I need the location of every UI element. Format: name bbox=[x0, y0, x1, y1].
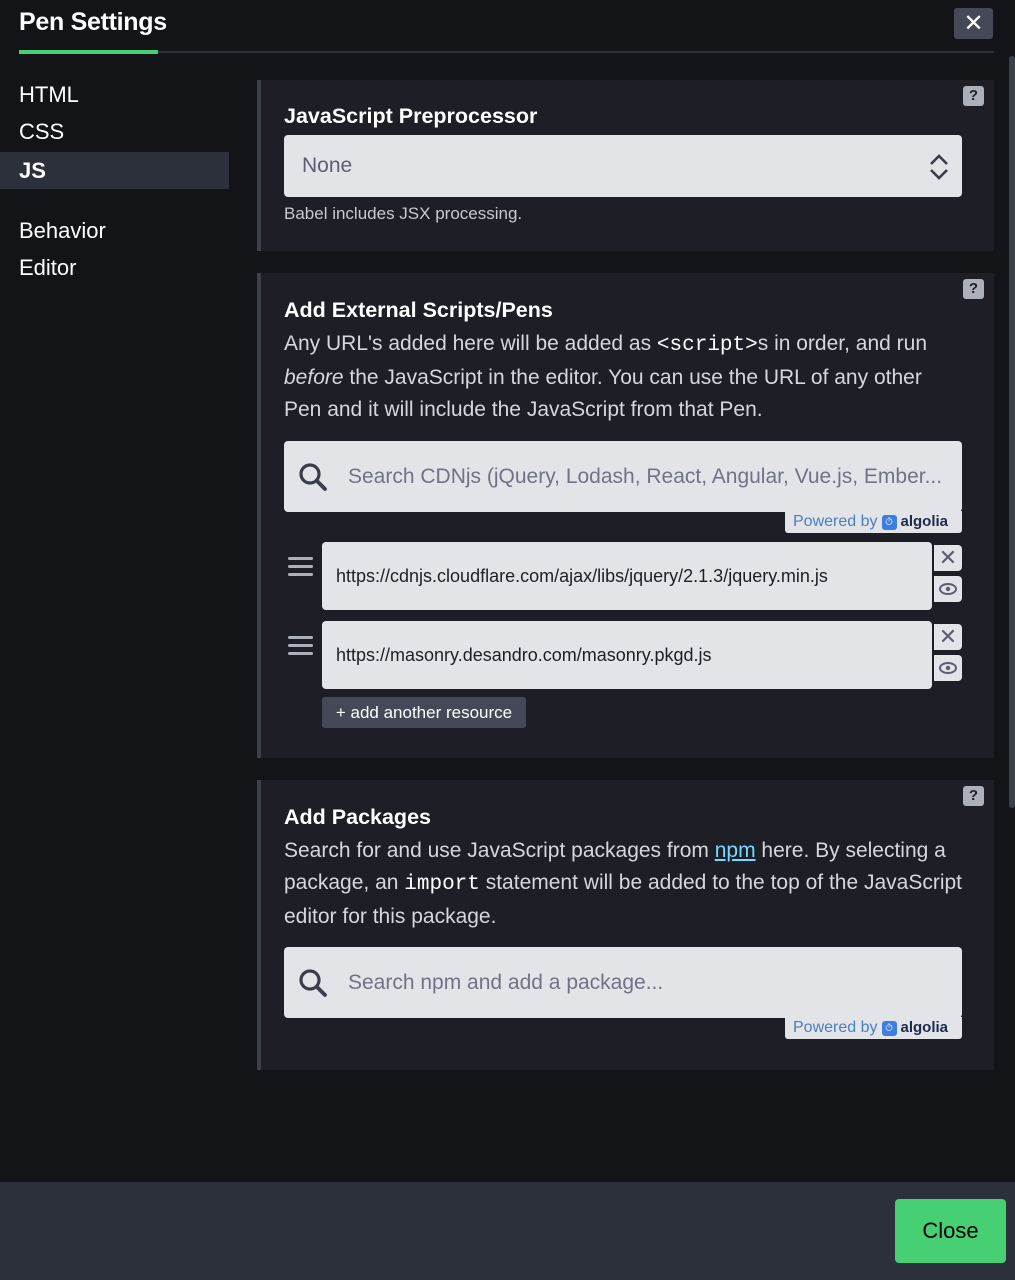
drag-handle-icon[interactable] bbox=[284, 552, 316, 582]
algolia-logo-icon: ⏱ bbox=[881, 1020, 897, 1036]
modal-header: Pen Settings ✕ bbox=[0, 0, 1015, 55]
powered-by-algolia[interactable]: Powered by ⏱ algolia bbox=[785, 511, 962, 533]
packages-description: Search for and use JavaScript packages f… bbox=[284, 839, 963, 928]
resource-url-input[interactable]: https://masonry.desandro.com/masonry.pkg… bbox=[322, 621, 932, 689]
resource-url-input[interactable]: https://cdnjs.cloudflare.com/ajax/libs/j… bbox=[322, 542, 932, 610]
algolia-logo-icon: ⏱ bbox=[881, 514, 897, 530]
npm-search-input[interactable] bbox=[348, 947, 948, 1018]
help-icon[interactable]: ? bbox=[963, 786, 984, 806]
scrollbar[interactable] bbox=[1009, 56, 1015, 808]
npm-search bbox=[284, 947, 962, 1018]
sidebar-item-editor[interactable]: Editor bbox=[0, 249, 229, 286]
cdnjs-search bbox=[284, 441, 962, 512]
powered-by-algolia[interactable]: Powered by ⏱ algolia bbox=[785, 1017, 962, 1039]
search-icon bbox=[299, 969, 327, 997]
powered-by-label: Powered by bbox=[793, 1019, 878, 1036]
drag-handle-icon[interactable] bbox=[284, 631, 316, 661]
header-divider bbox=[158, 51, 994, 53]
resource-row: https://cdnjs.cloudflare.com/ajax/libs/j… bbox=[284, 542, 964, 610]
modal-title: Pen Settings bbox=[19, 8, 167, 36]
external-description: Any URL's added here will be added as <s… bbox=[284, 332, 928, 421]
modal-footer: Close bbox=[0, 1182, 1015, 1280]
search-icon bbox=[299, 463, 327, 491]
sidebar-item-js[interactable]: JS bbox=[0, 152, 229, 189]
resource-row: https://masonry.desandro.com/masonry.pkg… bbox=[284, 621, 964, 689]
powered-by-label: Powered by bbox=[793, 513, 878, 530]
add-resource-button[interactable]: + add another resource bbox=[322, 697, 526, 728]
title-underline bbox=[19, 50, 158, 54]
remove-resource-icon[interactable]: ✕ bbox=[934, 545, 962, 571]
preprocessor-panel: ? JavaScript Preprocessor None Babel inc… bbox=[257, 80, 994, 251]
remove-resource-icon[interactable]: ✕ bbox=[934, 624, 962, 650]
preprocessor-selected-value: None bbox=[302, 154, 353, 177]
packages-heading: Add Packages bbox=[284, 805, 431, 829]
close-icon[interactable]: ✕ bbox=[954, 8, 993, 39]
preprocessor-heading: JavaScript Preprocessor bbox=[284, 104, 538, 128]
view-resource-icon[interactable] bbox=[934, 655, 962, 681]
view-resource-icon[interactable] bbox=[934, 576, 962, 602]
cdnjs-search-input[interactable] bbox=[348, 441, 948, 512]
close-button[interactable]: Close bbox=[895, 1199, 1006, 1263]
preprocessor-note: Babel includes JSX processing. bbox=[284, 204, 523, 223]
preprocessor-select[interactable]: None bbox=[284, 135, 962, 197]
external-scripts-panel: ? Add External Scripts/Pens Any URL's ad… bbox=[257, 273, 994, 758]
packages-panel: ? Add Packages Search for and use JavaSc… bbox=[257, 780, 994, 1070]
sidebar-item-css[interactable]: CSS bbox=[0, 113, 229, 150]
help-icon[interactable]: ? bbox=[963, 86, 984, 106]
algolia-label: algolia bbox=[900, 1019, 949, 1036]
select-arrows-icon bbox=[930, 154, 948, 180]
help-icon[interactable]: ? bbox=[963, 279, 984, 299]
algolia-label: algolia bbox=[900, 513, 949, 530]
sidebar-item-html[interactable]: HTML bbox=[0, 76, 229, 113]
npm-link[interactable]: npm bbox=[715, 839, 756, 862]
external-heading: Add External Scripts/Pens bbox=[284, 298, 553, 322]
sidebar-item-behavior[interactable]: Behavior bbox=[0, 212, 229, 249]
